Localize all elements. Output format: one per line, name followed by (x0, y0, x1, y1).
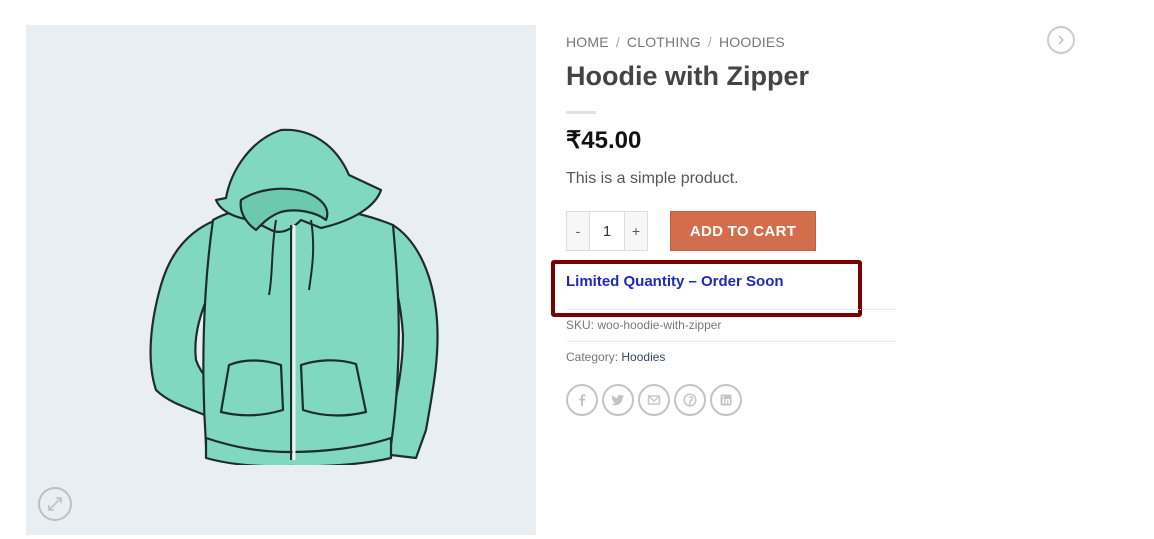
quantity-input[interactable] (589, 212, 625, 250)
product-sku: SKU: woo-hoodie-with-zipper (566, 318, 721, 332)
pinterest-icon (683, 393, 697, 407)
pinterest-share-button[interactable] (674, 384, 706, 416)
next-product-button[interactable] (1047, 26, 1075, 54)
hoodie-image (149, 128, 439, 465)
stock-notice: Limited Quantity – Order Soon (566, 273, 784, 290)
sku-value: woo-hoodie-with-zipper (597, 318, 722, 332)
quantity-plus-button[interactable]: + (625, 212, 647, 250)
quantity-minus-button[interactable]: - (567, 212, 589, 250)
breadcrumb-home[interactable]: HOME (566, 34, 609, 50)
linkedin-icon (720, 394, 732, 406)
add-to-cart-button[interactable]: ADD TO CART (670, 211, 816, 251)
breadcrumb-separator: / (707, 34, 712, 50)
expand-icon (48, 497, 62, 511)
breadcrumb-clothing[interactable]: CLOTHING (627, 34, 701, 50)
share-icons (566, 384, 742, 416)
product-description: This is a simple product. (566, 170, 739, 187)
twitter-share-button[interactable] (602, 384, 634, 416)
twitter-icon (611, 394, 624, 406)
product-title: Hoodie with Zipper (566, 61, 809, 91)
facebook-icon (579, 394, 586, 406)
breadcrumb: HOME / CLOTHING / HOODIES (566, 34, 785, 50)
breadcrumb-hoodies[interactable]: HOODIES (719, 34, 785, 50)
zoom-button[interactable] (38, 487, 72, 521)
facebook-share-button[interactable] (566, 384, 598, 416)
product-price: ₹45.00 (566, 127, 642, 154)
title-divider (566, 111, 596, 114)
email-icon (647, 395, 661, 405)
meta-divider (566, 309, 895, 310)
breadcrumb-separator: / (615, 34, 620, 50)
meta-divider (566, 341, 895, 342)
product-image-panel[interactable] (26, 25, 536, 535)
product-category: Category: Hoodies (566, 350, 665, 364)
chevron-right-icon (1058, 35, 1064, 45)
email-share-button[interactable] (638, 384, 670, 416)
quantity-stepper: - + (566, 211, 648, 251)
category-label: Category: (566, 350, 619, 364)
sku-label: SKU: (566, 318, 595, 332)
linkedin-share-button[interactable] (710, 384, 742, 416)
product-page: HOME / CLOTHING / HOODIES Hoodie with Zipper… (0, 0, 1154, 539)
category-link[interactable]: Hoodies (621, 350, 665, 364)
